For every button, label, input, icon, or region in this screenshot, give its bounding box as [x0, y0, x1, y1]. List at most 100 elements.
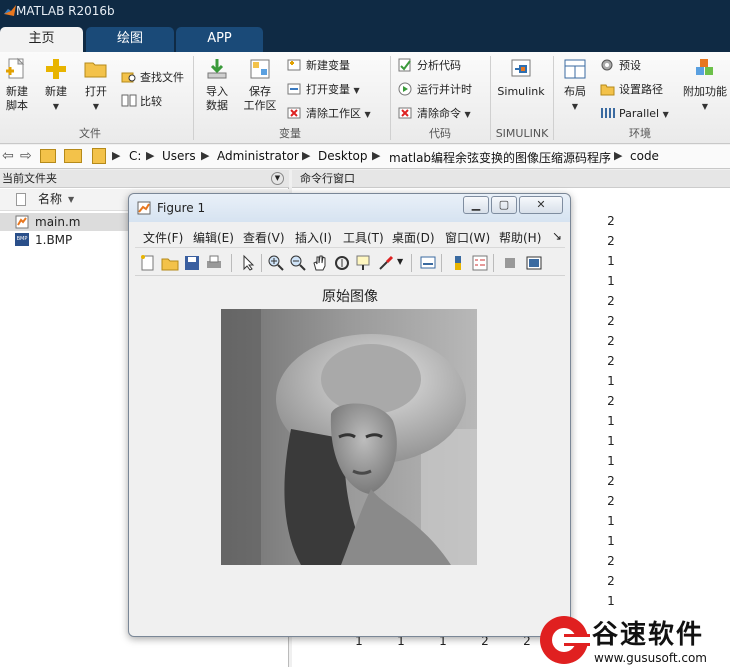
- compare-button[interactable]: 比较: [121, 93, 162, 113]
- clear-workspace-icon: [287, 106, 303, 120]
- menu-view[interactable]: 查看(V): [243, 229, 285, 246]
- close-button[interactable]: ✕: [519, 196, 563, 214]
- maximize-button[interactable]: ▢: [491, 196, 517, 214]
- breadcrumb-item[interactable]: matlab编程余弦变换的图像压缩源码程序: [389, 149, 611, 166]
- set-path-button[interactable]: 设置路径: [600, 81, 663, 101]
- pan-hand-icon[interactable]: [311, 254, 329, 272]
- menu-overflow-icon[interactable]: ↘: [552, 229, 562, 243]
- breadcrumb-item[interactable]: code: [630, 149, 659, 163]
- new-button[interactable]: 新建 ▼: [40, 57, 72, 125]
- open-button[interactable]: 打开 ▼: [80, 57, 112, 125]
- browse-folder-icon[interactable]: [64, 149, 82, 163]
- parallel-label: Parallel: [619, 107, 660, 120]
- breadcrumb-item[interactable]: Desktop: [318, 149, 368, 163]
- clear-commands-button[interactable]: 清除命令 ▼: [398, 105, 471, 125]
- output-value: 1: [607, 434, 615, 448]
- menu-insert[interactable]: 插入(I): [295, 229, 332, 246]
- back-arrow-icon[interactable]: ⇦: [2, 148, 14, 164]
- plus-icon: [43, 57, 69, 81]
- parallel-button[interactable]: Parallel ▼: [600, 105, 669, 125]
- watermark-name: 谷速软件: [592, 620, 705, 650]
- minimize-button[interactable]: ▁: [463, 196, 489, 214]
- zoom-out-icon[interactable]: [289, 254, 307, 272]
- address-bar: ⇦ ⇨ ▶ C: ▶ Users ▶ Administrator ▶ Deskt…: [0, 145, 730, 169]
- tab-plots[interactable]: 绘图: [86, 27, 174, 52]
- bmp-file-icon: BMP: [15, 233, 29, 246]
- menu-tools[interactable]: 工具(T): [343, 229, 384, 246]
- link-plot-icon[interactable]: [419, 254, 437, 272]
- folder-icon: [83, 57, 109, 81]
- output-value: 2: [607, 234, 615, 248]
- preferences-button[interactable]: 预设: [600, 57, 641, 77]
- new-script-label: 新建 脚本: [6, 85, 28, 112]
- grayscale-image: [221, 309, 477, 565]
- zoom-in-icon[interactable]: [267, 254, 285, 272]
- hide-plot-tools-icon[interactable]: [501, 254, 519, 272]
- print-icon[interactable]: [205, 254, 223, 272]
- chevron-down-icon: ▼: [364, 110, 371, 119]
- menu-edit[interactable]: 编辑(E): [193, 229, 234, 246]
- import-label: 导入 数据: [206, 85, 228, 112]
- breadcrumb-item[interactable]: Administrator: [217, 149, 299, 163]
- toolbar-divider: [261, 254, 262, 272]
- breadcrumb-item[interactable]: Users: [162, 149, 196, 163]
- output-value: 2: [607, 314, 615, 328]
- tab-apps[interactable]: APP: [176, 27, 263, 52]
- clear-commands-label: 清除命令: [417, 107, 461, 120]
- colorbar-icon[interactable]: [449, 254, 467, 272]
- show-plot-tools-icon[interactable]: [525, 254, 543, 272]
- chevron-right-icon: ▶: [201, 149, 210, 162]
- panel-options-icon[interactable]: ▼: [271, 172, 284, 185]
- chevron-right-icon: ▶: [112, 149, 121, 162]
- brush-icon[interactable]: [377, 254, 395, 272]
- pointer-icon[interactable]: [239, 254, 257, 272]
- menu-window[interactable]: 窗口(W): [445, 229, 490, 246]
- run-and-time-button[interactable]: 运行并计时: [398, 81, 472, 101]
- menu-help[interactable]: 帮助(H): [499, 229, 541, 246]
- clear-workspace-button[interactable]: 清除工作区 ▼: [287, 105, 371, 125]
- figure-title-bar[interactable]: Figure 1 ▁ ▢ ✕: [129, 194, 570, 222]
- ribbon-divider: [193, 56, 194, 140]
- toolbar-divider: [231, 254, 232, 272]
- new-variable-button[interactable]: 新建变量: [287, 57, 350, 77]
- chevron-down-icon[interactable]: ▼: [397, 257, 403, 266]
- open-label: 打开: [85, 85, 107, 98]
- breadcrumb-item[interactable]: C:: [129, 149, 141, 163]
- open-file-icon[interactable]: [161, 254, 179, 272]
- find-files-button[interactable]: 查找文件: [121, 69, 184, 89]
- output-value: 2: [607, 334, 615, 348]
- ribbon-divider: [390, 56, 391, 140]
- save-workspace-button[interactable]: 保存 工作区: [240, 57, 280, 125]
- chevron-down-icon: ▼: [52, 102, 60, 111]
- output-value: 1: [607, 374, 615, 388]
- open-variable-button[interactable]: 打开变量 ▼: [287, 81, 360, 101]
- figure-window[interactable]: Figure 1 ▁ ▢ ✕ 文件(F) 编辑(E) 查看(V) 插入(I) 工…: [128, 193, 571, 637]
- layout-button[interactable]: 布局 ▼: [558, 57, 592, 125]
- figure-icon: [137, 201, 151, 215]
- menu-file[interactable]: 文件(F): [143, 229, 183, 246]
- preferences-label: 预设: [619, 59, 641, 72]
- output-value: 1: [607, 594, 615, 608]
- import-icon: [204, 57, 230, 81]
- analyze-code-button[interactable]: 分析代码: [398, 57, 461, 77]
- save-icon[interactable]: [183, 254, 201, 272]
- rotate-3d-icon[interactable]: [333, 254, 351, 272]
- toolbar-divider: [441, 254, 442, 272]
- new-figure-icon[interactable]: [139, 254, 157, 272]
- figure-canvas[interactable]: 原始图像: [135, 278, 565, 632]
- menu-desktop[interactable]: 桌面(D): [392, 229, 435, 246]
- legend-icon[interactable]: [471, 254, 489, 272]
- up-folder-icon[interactable]: [40, 149, 56, 163]
- forward-arrow-icon[interactable]: ⇨: [20, 148, 32, 164]
- section-simulink-label: SIMULINK: [495, 127, 549, 140]
- import-data-button[interactable]: 导入 数据: [200, 57, 234, 125]
- simulink-button[interactable]: Simulink: [496, 57, 546, 125]
- tab-home[interactable]: 主页: [0, 27, 83, 52]
- new-script-icon: [4, 57, 30, 81]
- data-cursor-icon[interactable]: [355, 254, 373, 272]
- save-workspace-label: 保存 工作区: [243, 85, 277, 112]
- new-variable-icon: [287, 58, 303, 72]
- add-ons-button[interactable]: 附加功能 ▼: [680, 57, 730, 125]
- new-script-button[interactable]: 新建 脚本: [2, 57, 32, 125]
- figure-toolbar: ▼: [135, 250, 565, 276]
